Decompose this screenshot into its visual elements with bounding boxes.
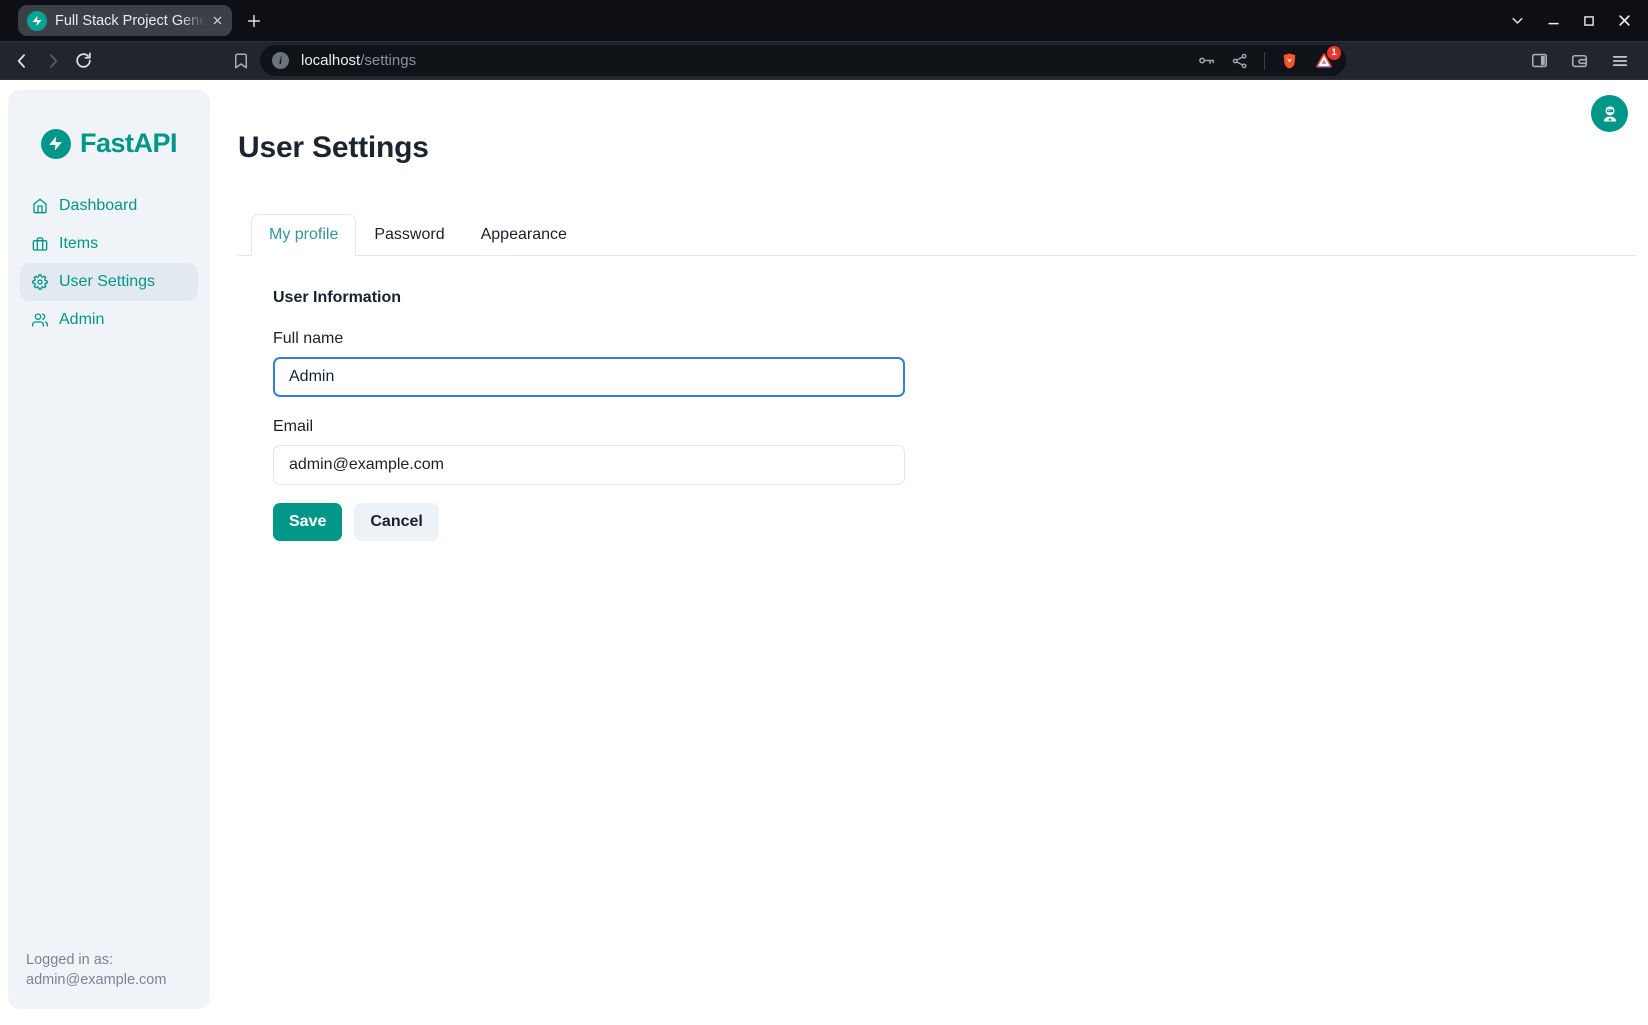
full-name-label: Full name — [273, 330, 1648, 348]
sidebar-item-label: User Settings — [59, 273, 155, 291]
section-title: User Information — [273, 290, 1648, 306]
tab-my-profile[interactable]: My profile — [251, 214, 356, 256]
main-content: User Settings My profile Password Appear… — [210, 80, 1648, 541]
reload-icon[interactable] — [74, 51, 93, 70]
profile-panel: User Information Full name Email Save Ca… — [238, 256, 1648, 541]
tab-password[interactable]: Password — [356, 214, 462, 256]
full-name-input[interactable] — [273, 357, 905, 397]
fastapi-logo: FastAPI — [20, 128, 198, 159]
site-info-icon[interactable]: i — [272, 52, 289, 69]
form-actions: Save Cancel — [273, 503, 1648, 541]
key-icon[interactable] — [1197, 51, 1216, 70]
maximize-icon[interactable] — [1582, 14, 1596, 28]
tab-search-chevron-icon[interactable] — [1510, 13, 1525, 28]
sidebar-item-label: Dashboard — [59, 197, 137, 215]
rewards-count-badge: 1 — [1327, 46, 1341, 60]
users-icon — [32, 312, 48, 328]
browser-toolbar: i localhost/settings 1 — [0, 41, 1648, 80]
browser-tab-title: Full Stack Project Genera — [55, 13, 208, 29]
sidebar-nav: Dashboard Items User Settings Admin — [20, 187, 198, 339]
address-bar[interactable]: i localhost/settings 1 — [260, 45, 1346, 76]
sidebar-toggle-icon[interactable] — [1530, 51, 1549, 70]
page-title: User Settings — [238, 130, 1648, 166]
tab-appearance[interactable]: Appearance — [463, 214, 585, 256]
bookmark-icon[interactable] — [232, 52, 250, 70]
back-icon[interactable] — [12, 51, 32, 71]
menu-icon[interactable] — [1610, 51, 1630, 71]
save-button[interactable]: Save — [273, 503, 342, 541]
url-path: /settings — [360, 52, 416, 69]
url-text[interactable]: localhost/settings — [301, 52, 416, 69]
brand-name: FastAPI — [80, 128, 177, 159]
sidebar-item-admin[interactable]: Admin — [20, 301, 198, 339]
browser-titlebar: Full Stack Project Genera — [0, 0, 1648, 41]
brave-shield-icon[interactable] — [1280, 51, 1299, 71]
gear-icon — [32, 274, 48, 290]
sidebar-item-items[interactable]: Items — [20, 225, 198, 263]
logged-in-as: Logged in as: admin@example.com — [20, 950, 198, 991]
toolbar-divider — [1264, 52, 1265, 70]
settings-tabs: My profile Password Appearance — [238, 214, 1636, 256]
logged-in-email: admin@example.com — [26, 970, 192, 991]
sidebar: FastAPI Dashboard Items User Settings — [8, 90, 210, 1009]
email-label: Email — [273, 418, 1648, 436]
tab-close-icon[interactable] — [212, 15, 223, 26]
sidebar-item-user-settings[interactable]: User Settings — [20, 263, 198, 301]
email-input[interactable] — [273, 445, 905, 485]
brave-rewards-icon[interactable]: 1 — [1314, 51, 1334, 71]
fastapi-favicon-icon — [27, 11, 47, 31]
minimize-icon[interactable] — [1546, 13, 1561, 28]
close-window-icon[interactable] — [1617, 13, 1632, 28]
url-host: localhost — [301, 52, 360, 69]
forward-icon[interactable] — [43, 51, 63, 71]
fastapi-bolt-icon — [41, 129, 71, 159]
briefcase-icon — [32, 236, 48, 252]
cancel-button[interactable]: Cancel — [354, 503, 438, 541]
sidebar-item-label: Admin — [59, 311, 104, 329]
wallet-icon[interactable] — [1570, 51, 1589, 70]
share-icon[interactable] — [1231, 52, 1249, 70]
sidebar-item-dashboard[interactable]: Dashboard — [20, 187, 198, 225]
logged-in-label: Logged in as: — [26, 950, 192, 971]
home-icon — [32, 198, 48, 214]
new-tab-icon[interactable] — [246, 13, 262, 29]
sidebar-item-label: Items — [59, 235, 98, 253]
browser-tab[interactable]: Full Stack Project Genera — [18, 5, 232, 36]
app-page: FastAPI Dashboard Items User Settings — [0, 80, 1648, 1024]
